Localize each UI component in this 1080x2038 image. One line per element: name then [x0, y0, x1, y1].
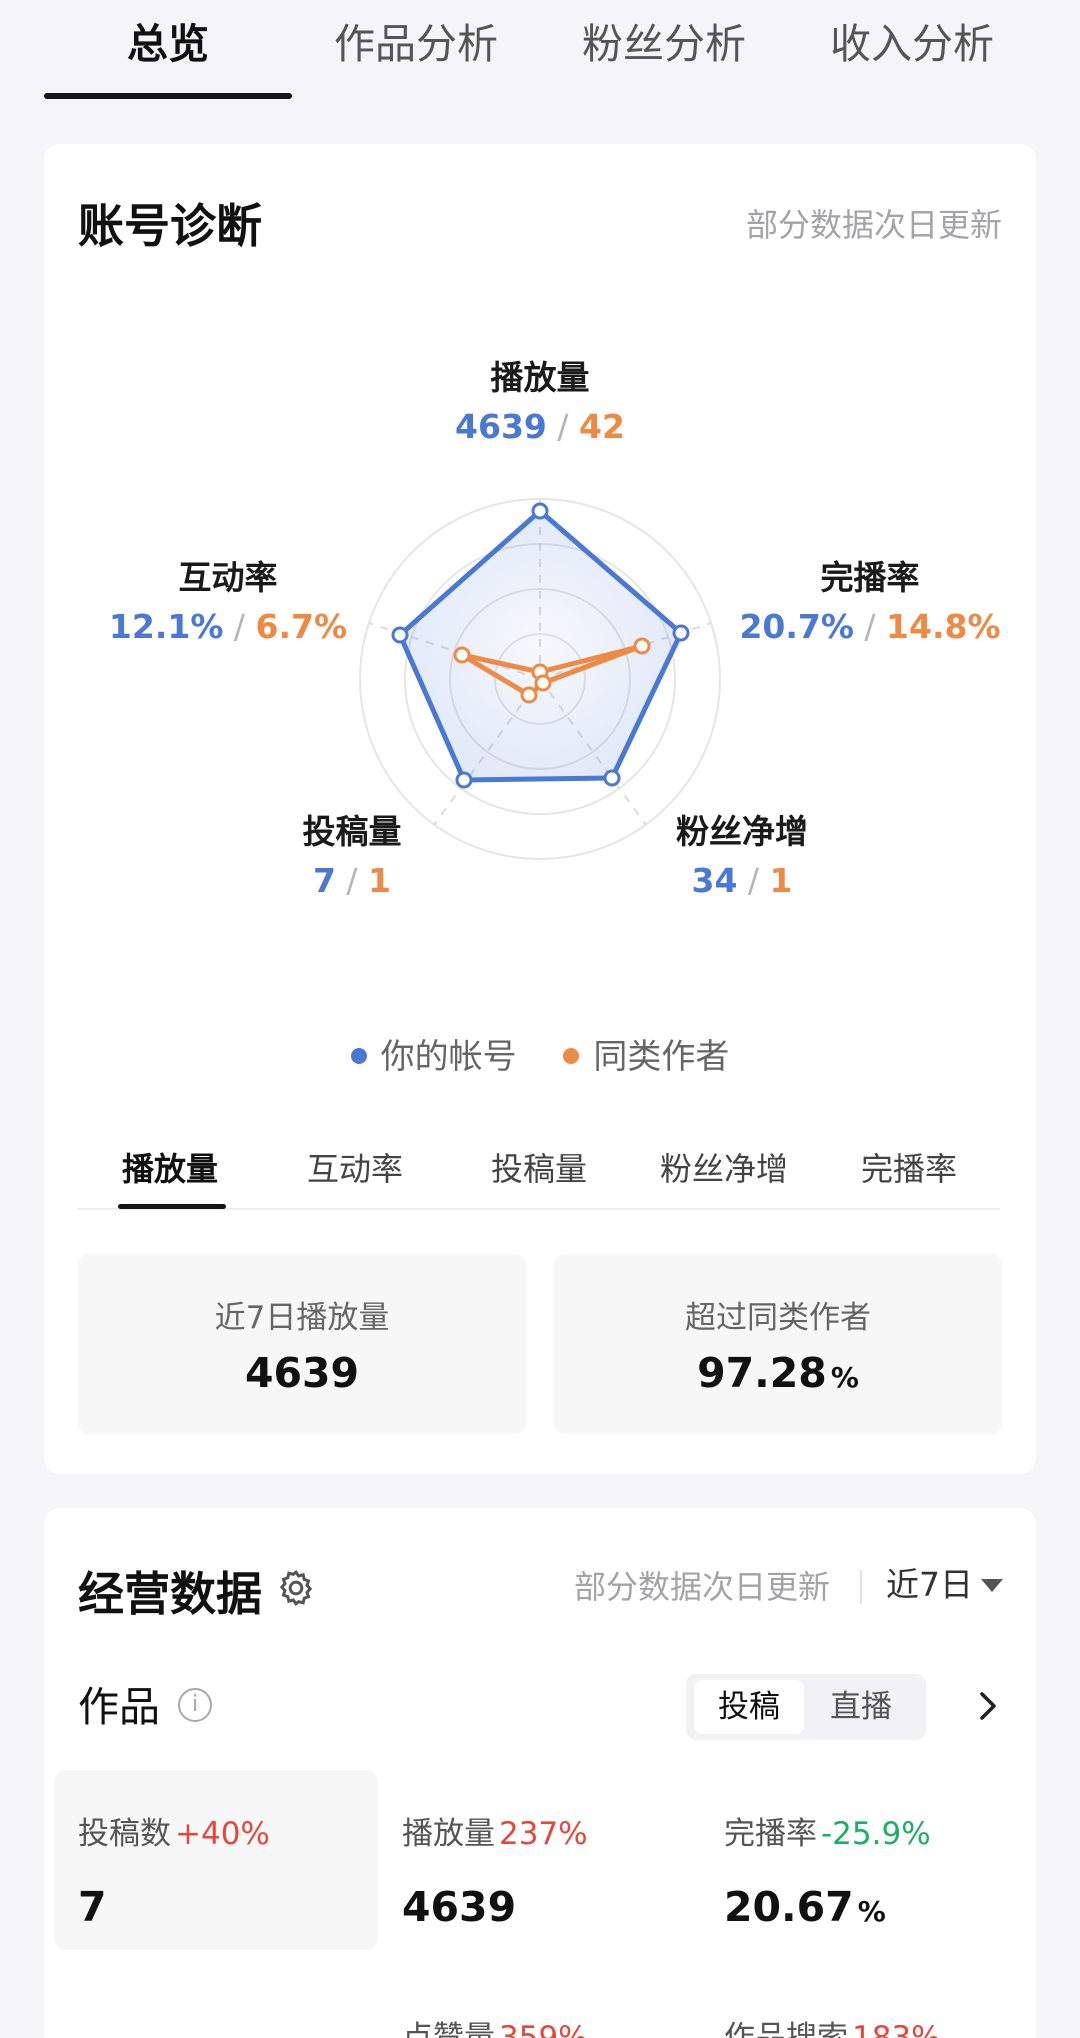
- subtab-interaction[interactable]: 互动率: [265, 1134, 445, 1204]
- metric-change: 359%: [499, 2020, 588, 2038]
- metric-change: -25.9%: [821, 1816, 931, 1852]
- segment-live[interactable]: 直播: [806, 1680, 916, 1734]
- subtab-posts[interactable]: 投稿量: [449, 1134, 629, 1204]
- metric-plays[interactable]: 播放量 237% 4639: [402, 1808, 724, 1931]
- stat-unit: %: [830, 1361, 859, 1394]
- business-title: 经营数据: [78, 1567, 262, 1621]
- legend-mine: 你的帐号: [350, 1029, 517, 1078]
- works-section-title: 作品: [78, 1683, 160, 1731]
- stat-label: 超过同类作者: [685, 1300, 871, 1336]
- business-update-hint: 部分数据次日更新: [574, 1568, 831, 1606]
- metric-sub-tabs: 播放量 互动率 投稿量 粉丝净增 完播率: [78, 1134, 1000, 1210]
- point-peer-interaction: [453, 646, 471, 664]
- metric-label: 播放量: [402, 1816, 495, 1852]
- radar-legend: 你的帐号 同类作者: [44, 1029, 1036, 1078]
- subtab-completion[interactable]: 完播率: [819, 1134, 999, 1204]
- metric-work-search[interactable]: 作品搜索 183%: [724, 2012, 1046, 2038]
- metric-label: 投稿数: [78, 1816, 171, 1852]
- legend-dot-mine: [350, 1047, 367, 1064]
- metric-unit: %: [857, 1895, 886, 1928]
- point-peer-fans: [534, 674, 552, 692]
- radar-name: 投稿量: [302, 812, 402, 851]
- top-tab-bar: 总览 作品分析 粉丝分析 收入分析: [0, 0, 1080, 104]
- legend-peer: 同类作者: [563, 1029, 729, 1078]
- legend-label-mine: 你的帐号: [380, 1037, 517, 1077]
- mine-value: 20.7%: [739, 607, 854, 646]
- gear-icon[interactable]: [276, 1568, 316, 1608]
- peer-value: 42: [579, 407, 625, 446]
- point-peer-completion: [633, 637, 651, 655]
- radar-name: 粉丝净增: [676, 812, 808, 851]
- radar-name: 播放量: [490, 358, 590, 397]
- account-diagnosis-card: 账号诊断 部分数据次日更新 播放量 4639 / 42 完播率 20.7% / …: [44, 144, 1036, 1474]
- metric-value: 4639: [402, 1883, 517, 1931]
- metric-label: 完播率: [724, 1816, 817, 1852]
- stat-plays-7d: 近7日播放量 4639: [78, 1254, 526, 1434]
- period-selector[interactable]: 近7日: [886, 1558, 1003, 1606]
- tab-income-analysis[interactable]: 收入分析: [788, 14, 1036, 74]
- segment-control: 投稿 直播: [686, 1674, 926, 1740]
- metric-label: 作品搜索: [724, 2020, 848, 2038]
- radar-name: 完播率: [820, 558, 920, 597]
- peer-value: 1: [769, 861, 793, 900]
- metric-change: 237%: [499, 1816, 588, 1852]
- radar-label-plays: 播放量 4639 / 42: [390, 354, 690, 452]
- point-mine-interaction: [391, 626, 409, 644]
- radar-label-completion: 完播率 20.7% / 14.8%: [720, 554, 1020, 652]
- segment-posts[interactable]: 投稿: [694, 1680, 804, 1734]
- radar-label-posts: 投稿量 7 / 1: [202, 808, 502, 906]
- subtab-fans[interactable]: 粉丝净增: [634, 1134, 814, 1204]
- radar-label-fans: 粉丝净增 34 / 1: [592, 808, 892, 906]
- metric-post-count[interactable]: 投稿数 +40% 7: [78, 1808, 400, 1931]
- point-mine-fans: [603, 769, 621, 787]
- peer-value: 6.7%: [255, 607, 348, 646]
- radar-name: 互动率: [178, 558, 278, 597]
- tab-fans-analysis[interactable]: 粉丝分析: [540, 14, 788, 74]
- legend-label-peer: 同类作者: [593, 1037, 730, 1077]
- tab-works-analysis[interactable]: 作品分析: [292, 14, 540, 74]
- business-data-card: 经营数据 部分数据次日更新 近7日 作品 i 投稿 直播 投稿数 +40% 7 播…: [44, 1508, 1036, 2038]
- point-mine-plays: [531, 502, 549, 520]
- caret-down-icon: [981, 1579, 1003, 1592]
- info-icon[interactable]: i: [178, 1688, 212, 1722]
- mine-value: 7: [312, 861, 336, 900]
- metric-label: 点赞量: [402, 2020, 495, 2038]
- subtab-plays[interactable]: 播放量: [80, 1134, 260, 1204]
- stat-label: 近7日播放量: [214, 1300, 390, 1336]
- mine-value: 34: [691, 861, 738, 900]
- chevron-right-icon[interactable]: [970, 1688, 1006, 1724]
- subtab-indicator: [118, 1204, 226, 1209]
- peer-value: 1: [368, 861, 392, 900]
- period-label: 近7日: [886, 1565, 973, 1604]
- mine-value: 4639: [455, 407, 547, 446]
- peer-value: 14.8%: [886, 607, 1001, 646]
- point-mine-completion: [672, 624, 690, 642]
- metric-value: 20.67: [724, 1883, 854, 1931]
- radar-label-interaction: 互动率 12.1% / 6.7%: [78, 554, 378, 652]
- metric-change: 183%: [852, 2020, 941, 2038]
- point-mine-posts: [455, 771, 473, 789]
- point-peer-posts: [520, 686, 538, 704]
- metric-change: +40%: [175, 1816, 270, 1852]
- stat-value: 4639: [244, 1349, 360, 1397]
- tab-overview[interactable]: 总览: [44, 14, 292, 74]
- metric-value: 7: [78, 1883, 107, 1931]
- stat-value: 97.28: [697, 1349, 827, 1397]
- active-tab-indicator: [44, 93, 292, 99]
- metric-likes[interactable]: 点赞量 359%: [402, 2012, 724, 2038]
- legend-dot-peer: [563, 1047, 580, 1064]
- stat-beat-peers: 超过同类作者 97.28%: [554, 1254, 1002, 1434]
- divider: [860, 1570, 862, 1604]
- mine-value: 12.1%: [108, 607, 224, 646]
- metric-completion-rate[interactable]: 完播率 -25.9% 20.67%: [724, 1808, 1046, 1931]
